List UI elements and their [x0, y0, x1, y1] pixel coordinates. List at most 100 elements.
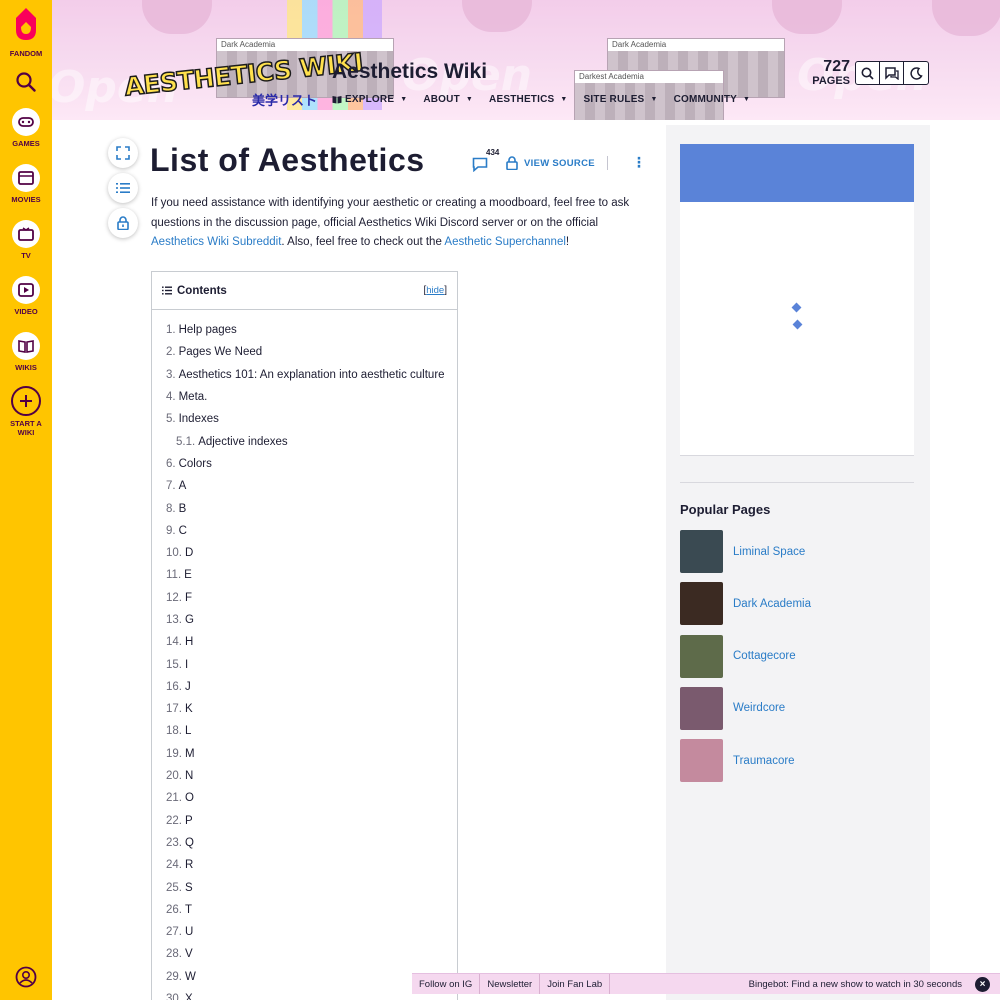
toc-item[interactable]: 5.1. Adjective indexes — [166, 430, 457, 452]
toc-item[interactable]: 28. V — [166, 943, 457, 965]
subreddit-link[interactable]: Aesthetics Wiki Subreddit — [151, 236, 281, 248]
popular-page-item[interactable]: Weirdcore — [680, 686, 914, 730]
comment-icon — [472, 157, 488, 173]
toc-item-label: K — [185, 703, 193, 716]
more-options-icon[interactable]: ⋮ — [632, 155, 646, 171]
nav-games-label: GAMES — [12, 139, 40, 148]
nav-explore[interactable]: EXPLORE ▼ — [332, 94, 407, 105]
toc-item[interactable]: 21. O — [166, 787, 457, 809]
toc-item[interactable]: 16. J — [166, 676, 457, 698]
pages-count: 727 PAGES — [812, 58, 850, 88]
rail-divider — [680, 482, 914, 483]
toc-item-number: 29. — [166, 970, 182, 983]
nav-movies[interactable]: MOVIES — [0, 164, 52, 204]
nav-wikis[interactable]: WIKIS — [0, 332, 52, 372]
bingebot-message[interactable]: Bingebot: Find a new show to watch in 30… — [749, 979, 962, 990]
toc-item[interactable]: 14. H — [166, 631, 457, 653]
global-search-icon[interactable] — [16, 72, 36, 96]
toc-item[interactable]: 9. C — [166, 520, 457, 542]
toc-item[interactable]: 11. E — [166, 564, 457, 586]
toc-item-label: E — [184, 569, 192, 582]
nav-start-wiki-label: START A WIKI — [10, 419, 42, 437]
nav-games[interactable]: GAMES — [0, 108, 52, 148]
book-open-icon — [332, 96, 342, 104]
nav-about[interactable]: ABOUT ▼ — [423, 94, 473, 105]
toc-item-number: 28. — [166, 948, 182, 961]
popular-page-thumbnail[interactable] — [680, 686, 723, 730]
lock-icon — [117, 216, 129, 230]
toc-item[interactable]: 26. T — [166, 899, 457, 921]
follow-ig-link[interactable]: Follow on IG — [412, 974, 481, 994]
intro-paragraph: If you need assistance with identifying … — [151, 197, 630, 248]
table-of-contents: Contents [hide] 1. Help pages 2. Pages We N… — [151, 271, 458, 1000]
popular-page-link[interactable]: Dark Academia — [733, 598, 811, 610]
toc-item[interactable]: 22. P — [166, 810, 457, 832]
toc-item[interactable]: 18. L — [166, 720, 457, 742]
popular-page-link[interactable]: Liminal Space — [733, 546, 805, 558]
toc-item[interactable]: 7. A — [166, 475, 457, 497]
user-account-button[interactable] — [0, 966, 52, 992]
nav-community[interactable]: COMMUNITY ▼ — [674, 94, 751, 105]
nav-site-rules[interactable]: SITE RULES ▼ — [584, 94, 658, 105]
main-content: List of Aesthetics 434 VIEW SOURCE ⋮ If … — [52, 120, 1000, 1000]
fan-lab-link[interactable]: Join Fan Lab — [540, 974, 611, 994]
popular-page-thumbnail[interactable] — [680, 634, 723, 678]
toc-item[interactable]: 12. F — [166, 587, 457, 609]
expand-button[interactable] — [108, 138, 138, 168]
toc-item[interactable]: 6. Colors — [166, 453, 457, 475]
page-title: List of Aesthetics — [150, 142, 425, 178]
table-of-contents-button[interactable] — [108, 173, 138, 203]
nav-aesthetics[interactable]: AESTHETICS ▼ — [489, 94, 567, 105]
popular-page-item[interactable]: Cottagecore — [680, 634, 914, 678]
toc-item[interactable]: 23. Q — [166, 832, 457, 854]
popular-page-item[interactable]: Dark Academia — [680, 582, 914, 626]
toc-item[interactable]: 8. B — [166, 497, 457, 519]
popular-page-thumbnail[interactable] — [680, 530, 723, 573]
fandom-logo[interactable]: FANDOM — [0, 6, 52, 58]
toc-item[interactable]: 1. Help pages — [166, 319, 457, 341]
nav-start-wiki[interactable]: START A WIKI — [0, 386, 52, 437]
toc-item-number: 16. — [166, 680, 182, 693]
popular-page-item[interactable]: Liminal Space — [680, 530, 914, 573]
toc-hide-toggle[interactable]: [hide] — [423, 285, 447, 296]
toc-item[interactable]: 25. S — [166, 876, 457, 898]
toc-item[interactable]: 4. Meta. — [166, 386, 457, 408]
close-icon[interactable]: × — [975, 977, 990, 992]
toc-item[interactable]: 19. M — [166, 743, 457, 765]
community-header: Open Open Open Dark Academia Dark Academ… — [52, 0, 1000, 120]
nav-tv[interactable]: TV — [0, 220, 52, 260]
popular-page-item[interactable]: Traumacore — [680, 739, 914, 783]
popular-page-link[interactable]: Cottagecore — [733, 650, 796, 662]
theme-toggle-button[interactable] — [904, 62, 928, 84]
toc-item-label: R — [185, 859, 194, 872]
toc-item[interactable]: 2. Pages We Need — [166, 341, 457, 363]
wiki-title[interactable]: Aesthetics Wiki — [332, 60, 487, 84]
popular-page-link[interactable]: Weirdcore — [733, 702, 785, 714]
toc-item[interactable]: 13. G — [166, 609, 457, 631]
nav-video[interactable]: VIDEO — [0, 276, 52, 316]
toc-item[interactable]: 5. Indexes — [166, 408, 457, 430]
discussions-button[interactable] — [880, 62, 904, 84]
toc-item[interactable]: 20. N — [166, 765, 457, 787]
toc-item[interactable]: 15. I — [166, 653, 457, 675]
search-button[interactable] — [856, 62, 880, 84]
view-source-button[interactable]: VIEW SOURCE — [506, 156, 595, 170]
popular-page-link[interactable]: Traumacore — [733, 755, 795, 767]
toc-item-number: 8. — [166, 502, 176, 515]
ad-banner[interactable] — [680, 144, 914, 202]
popular-page-thumbnail[interactable] — [680, 582, 723, 626]
toc-item[interactable]: 3. Aesthetics 101: An explanation into ae… — [166, 364, 457, 386]
header-decoration — [462, 0, 532, 32]
list-icon — [116, 183, 130, 193]
protection-button[interactable] — [108, 208, 138, 238]
toc-item[interactable]: 24. R — [166, 854, 457, 876]
superchannel-link[interactable]: Aesthetic Superchannel — [444, 236, 565, 248]
loading-indicator — [792, 319, 803, 330]
talk-button[interactable]: 434 — [472, 148, 499, 174]
chevron-down-icon: ▼ — [400, 96, 408, 103]
popular-page-thumbnail[interactable] — [680, 739, 723, 783]
toc-item[interactable]: 10. D — [166, 542, 457, 564]
newsletter-link[interactable]: Newsletter — [480, 974, 541, 994]
toc-item[interactable]: 27. U — [166, 921, 457, 943]
toc-item[interactable]: 17. K — [166, 698, 457, 720]
